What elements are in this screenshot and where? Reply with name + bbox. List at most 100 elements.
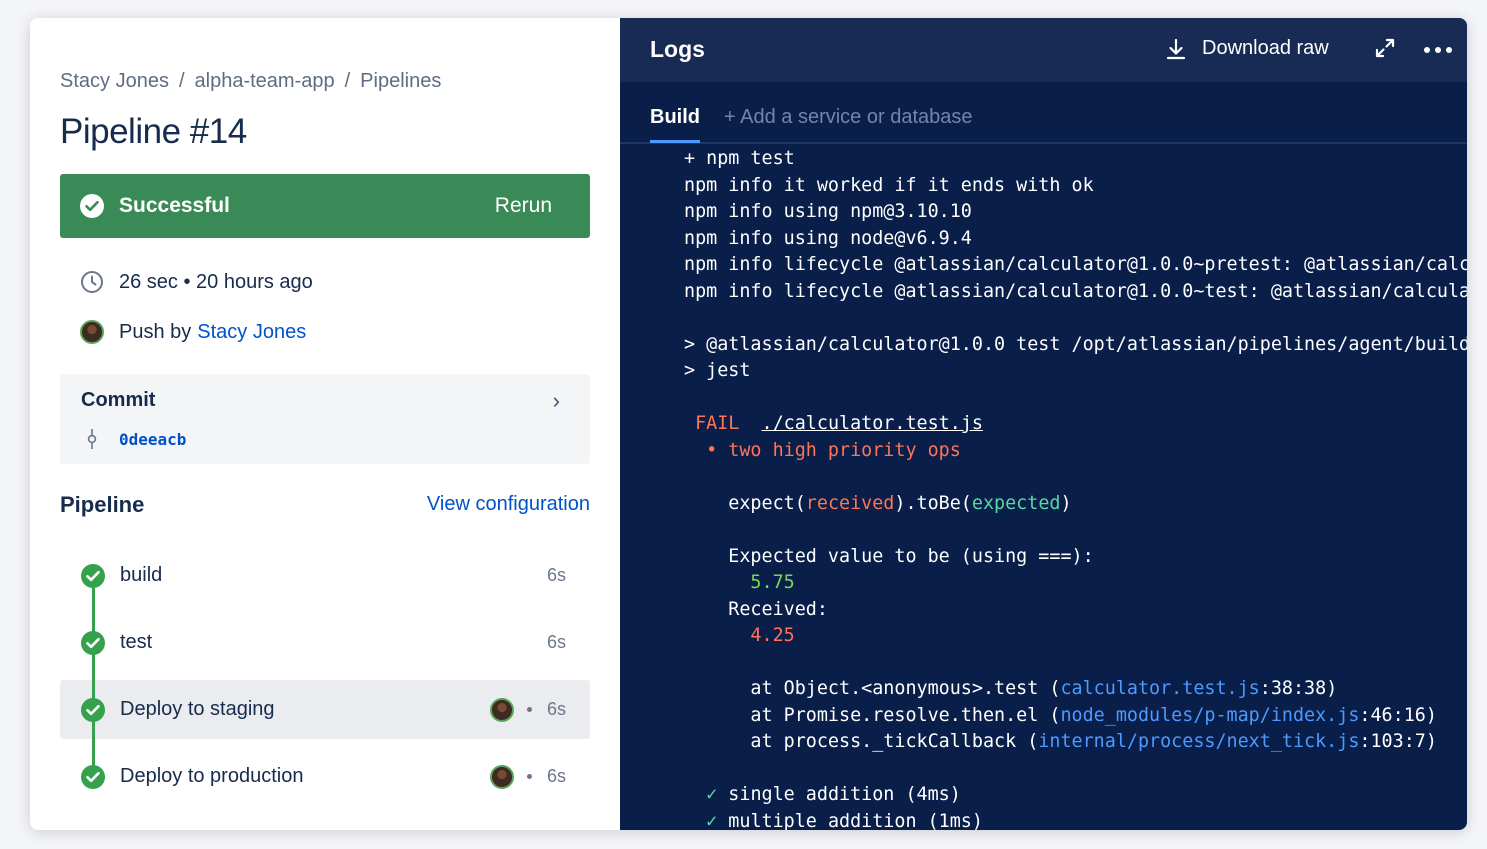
step-duration: 6s <box>546 699 566 719</box>
step-label: build <box>120 564 163 586</box>
chevron-right-icon[interactable]: › <box>553 388 560 414</box>
avatar <box>490 764 514 789</box>
more-options-icon[interactable] <box>1423 46 1453 54</box>
step-deploy-to-staging[interactable]: Deploy to staging 6s <box>60 680 590 739</box>
pipeline-details-panel: Stacy Jones / alpha-team-app / Pipelines Pip… <box>30 18 620 830</box>
download-raw-button[interactable]: Download raw <box>1166 37 1329 60</box>
status-banner: Successful Rerun <box>60 174 590 238</box>
log-segment: multiple addition (1ms) <box>728 810 983 831</box>
log-line: 4.25 <box>684 623 1467 650</box>
log-segment: ).toBe( <box>894 492 972 514</box>
separator-dot <box>527 774 532 779</box>
log-segment: single addition (4ms) <box>728 784 961 805</box>
step-deploy-to-production[interactable]: Deploy to production 6s <box>60 743 590 810</box>
status-label: Successful <box>119 194 230 217</box>
log-segment: npm info lifecycle @atlassian/calculator… <box>684 280 1467 302</box>
log-segment: :103:7) <box>1359 731 1437 752</box>
log-segment[interactable]: ./calculator.test.js <box>762 413 983 434</box>
log-segment: npm info using npm@3.10.10 <box>684 201 972 222</box>
active-tab-indicator <box>650 140 700 143</box>
log-segment: Expected value to be (using ===): <box>684 545 1094 567</box>
log-segment: received <box>805 492 895 514</box>
step-duration: 6s <box>546 565 566 585</box>
log-line: • two high priority ops <box>684 438 1467 465</box>
log-segment: • two high priority ops <box>684 439 961 461</box>
check-circle-icon <box>80 194 104 218</box>
breadcrumb-repo[interactable]: alpha-team-app <box>195 70 335 92</box>
log-segment: internal/process/next_tick.js <box>1038 731 1360 752</box>
step-duration: 6s <box>546 632 566 652</box>
logs-title: Logs <box>650 36 705 62</box>
log-line: npm info lifecycle @atlassian/calculator… <box>684 252 1467 279</box>
check-circle-icon <box>81 563 105 588</box>
log-line: npm info using npm@3.10.10 <box>684 199 1467 226</box>
log-line: npm info using node@v6.9.4 <box>684 226 1467 253</box>
log-segment: at Promise.resolve.then.el ( <box>684 704 1061 726</box>
log-segment: at Object.<anonymous>.test ( <box>684 678 1061 699</box>
step-test[interactable]: test 6s <box>60 609 590 676</box>
push-author-link[interactable]: Stacy Jones <box>197 321 306 344</box>
push-row: Push by Stacy Jones <box>80 320 306 344</box>
breadcrumb-pipelines[interactable]: Pipelines <box>360 70 441 92</box>
view-configuration-link[interactable]: View configuration <box>427 493 590 516</box>
commit-title: Commit <box>81 389 156 411</box>
log-segment: expected <box>971 492 1061 514</box>
download-icon <box>1166 38 1186 59</box>
check-circle-icon <box>81 697 105 722</box>
expand-icon[interactable] <box>1374 37 1396 59</box>
log-segment: calculator.test.js <box>1060 678 1260 699</box>
log-output: + npm test npm info it worked if it ends … <box>684 146 1467 830</box>
log-segment: 5.75 <box>684 572 795 593</box>
avatar <box>490 697 514 722</box>
logs-header: Logs Download raw <box>620 18 1467 82</box>
avatar <box>80 320 104 344</box>
log-line: ✓ single addition (4ms) <box>684 782 1467 809</box>
log-segment: ✓ <box>684 784 729 805</box>
log-segment: npm info lifecycle @atlassian/calculator… <box>684 254 1467 275</box>
check-circle-icon <box>81 764 105 789</box>
breadcrumb-user[interactable]: Stacy Jones <box>60 70 169 92</box>
log-line: npm info lifecycle @atlassian/calculator… <box>684 279 1467 306</box>
add-service-button[interactable]: + Add a service or database <box>724 106 973 129</box>
log-line: at Object.<anonymous>.test (calculator.t… <box>684 676 1467 703</box>
log-line: at process._tickCallback (internal/proce… <box>684 729 1467 756</box>
log-segment: ✓ <box>684 810 729 831</box>
step-duration: 6s <box>546 766 566 786</box>
log-line: npm info it worked if it ends with ok <box>684 173 1467 200</box>
log-line: > @atlassian/calculator@1.0.0 test /opt/… <box>684 332 1467 359</box>
page-title: Pipeline #14 <box>60 112 247 151</box>
breadcrumb-separator: / <box>344 70 351 92</box>
breadcrumb-separator: / <box>178 70 185 92</box>
log-segment: expect( <box>684 492 806 514</box>
logs-panel: Logs Download raw Build + Add a service … <box>620 18 1467 830</box>
pipeline-section-title: Pipeline <box>60 492 145 517</box>
log-line: > jest <box>684 358 1467 385</box>
step-label: test <box>120 631 153 653</box>
check-circle-icon <box>81 630 105 655</box>
duration-row: 26 sec • 20 hours ago <box>80 270 313 294</box>
commit-card[interactable]: Commit › 0deeacb <box>60 374 590 464</box>
log-line: ✓ multiple addition (1ms) <box>684 809 1467 831</box>
rerun-button[interactable]: Rerun <box>495 194 552 218</box>
log-tabs: Build + Add a service or database <box>620 82 1467 144</box>
log-segment: npm info it worked if it ends with ok <box>684 174 1094 196</box>
log-segment: at process._tickCallback ( <box>684 731 1039 752</box>
clock-icon <box>81 271 103 293</box>
log-line: FAIL ./calculator.test.js <box>684 411 1467 438</box>
step-build[interactable]: build 6s <box>60 542 590 609</box>
log-line: + npm test <box>684 146 1467 173</box>
log-segment: > @atlassian/calculator@1.0.0 test /opt/… <box>684 333 1467 355</box>
push-prefix: Push by <box>119 320 192 343</box>
log-line: Expected value to be (using ===): <box>684 544 1467 571</box>
commit-hash-link[interactable]: 0deeacb <box>119 430 186 449</box>
log-segment: node_modules/p-map/index.js <box>1060 704 1360 726</box>
breadcrumb: Stacy Jones / alpha-team-app / Pipelines <box>60 70 441 93</box>
log-segment: Received: <box>684 598 828 620</box>
log-segment: > jest <box>684 360 751 381</box>
pipeline-steps: build 6s test 6s Deploy to staging 6s De… <box>60 542 590 810</box>
tab-build[interactable]: Build <box>650 106 700 129</box>
